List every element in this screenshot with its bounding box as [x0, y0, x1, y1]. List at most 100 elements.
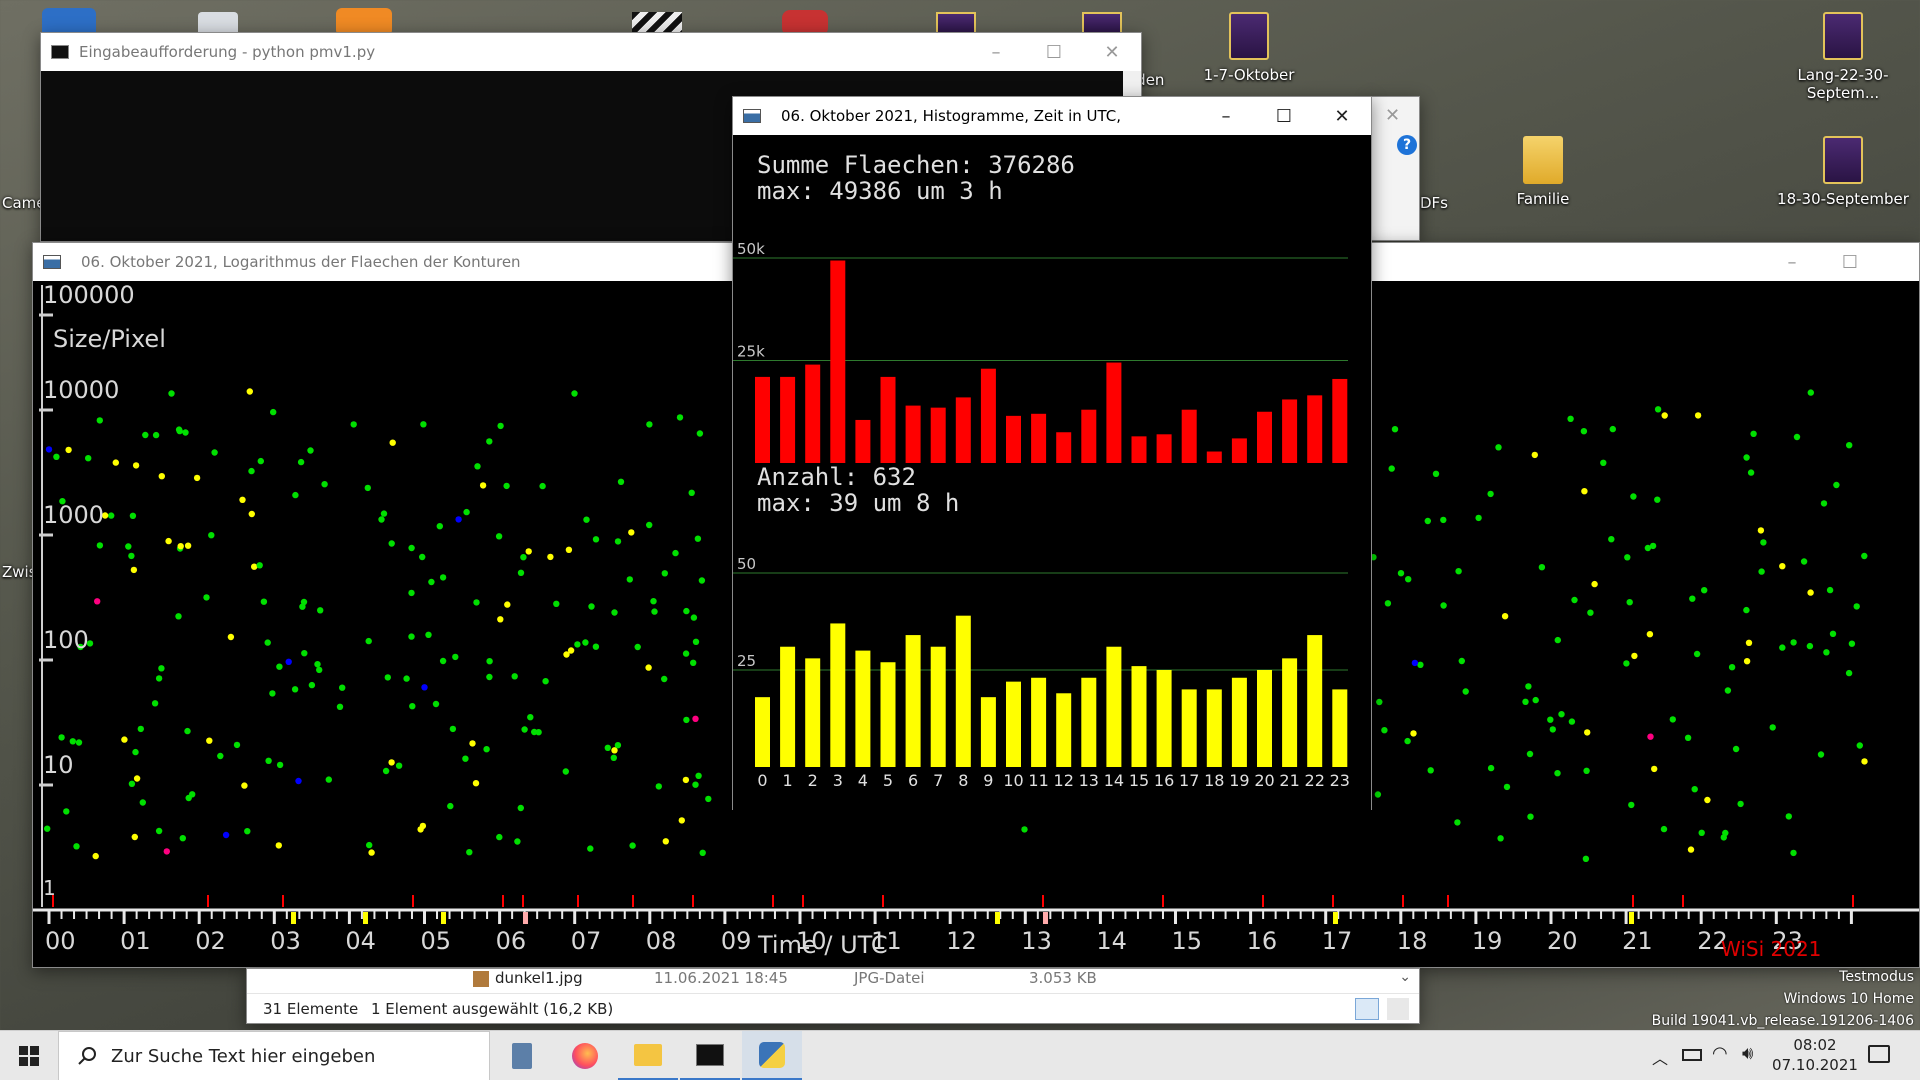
contour-point	[158, 473, 165, 480]
desktop-icon-1-7-oktober[interactable]: 1-7-Oktober	[1179, 12, 1319, 84]
explorer-window[interactable]: dunkel1.jpg 11.06.2021 18:45 JPG-Datei 3…	[246, 968, 1420, 1024]
contour-point	[682, 650, 690, 657]
speaker-icon[interactable]: 🔊︎	[1742, 1043, 1753, 1064]
watermark-line: Windows 10 Home	[1783, 991, 1914, 1007]
taskbar-python[interactable]	[742, 1031, 802, 1080]
contour-point	[339, 684, 346, 691]
clock[interactable]: 08:02 07.10.2021	[1770, 1035, 1860, 1075]
taskbar-firefox[interactable]	[555, 1031, 615, 1080]
contour-point	[222, 831, 230, 839]
count-bar	[755, 697, 770, 767]
cmd-titlebar[interactable]: Eingabeaufforderung - python pmv1.py – ☐…	[41, 33, 1141, 71]
background-dialog[interactable]: ✕ ?	[1370, 96, 1420, 241]
contour-point	[260, 598, 268, 605]
contour-point	[672, 549, 679, 557]
desktop-icon-familie[interactable]: Familie	[1473, 136, 1613, 208]
contour-point	[634, 643, 641, 651]
details-view-icon[interactable]	[1355, 998, 1379, 1020]
contour-point	[1487, 490, 1494, 498]
contour-point	[1743, 606, 1750, 614]
contour-point	[587, 845, 594, 852]
desktop-icon-lang-22-30-september[interactable]: Lang-22-30-Septem...	[1768, 12, 1918, 102]
contour-point	[155, 827, 163, 835]
hour-tick-label: 15	[1172, 927, 1203, 955]
close-icon[interactable]	[1879, 243, 1919, 281]
count-bar	[1031, 677, 1047, 767]
file-name[interactable]: dunkel1.jpg	[495, 969, 583, 987]
taskbar-calculator[interactable]	[492, 1031, 552, 1080]
close-icon[interactable]: ✕	[1313, 97, 1371, 135]
contour-point	[364, 484, 371, 492]
contour-point	[1694, 412, 1702, 419]
minimize-icon[interactable]: –	[1763, 243, 1821, 281]
contour-point	[1495, 444, 1502, 451]
contour-point	[1698, 829, 1705, 836]
desktop-icon-partial-came[interactable]: Came	[2, 194, 46, 212]
maximize-icon[interactable]: ☐	[1025, 33, 1083, 71]
contour-point	[276, 761, 284, 769]
contour-point	[184, 727, 191, 735]
contour-point	[439, 657, 447, 665]
contour-point	[495, 533, 503, 540]
histogram-titlebar[interactable]: 06. Oktober 2021, Histogramme, Zeit in U…	[733, 97, 1371, 135]
maximize-icon[interactable]: ☐	[1821, 243, 1879, 281]
contour-point	[694, 535, 702, 542]
contour-point	[574, 641, 581, 648]
desktop-icon-18-30-september[interactable]: 18-30-September	[1768, 136, 1918, 208]
count-bar	[930, 646, 946, 767]
area-bar	[1056, 432, 1072, 463]
large-icons-view-icon[interactable]	[1387, 998, 1409, 1020]
area-tick-label: 50k	[737, 240, 765, 258]
contour-point	[1475, 514, 1482, 522]
count-bar	[1332, 689, 1348, 767]
hour-tick-label: 2	[808, 771, 818, 790]
contour-point	[239, 496, 246, 503]
desktop-icon-partial-dfs[interactable]: DFs	[1420, 194, 1460, 212]
battery-icon[interactable]	[1682, 1049, 1702, 1061]
wifi-icon[interactable]: ◠	[1712, 1043, 1728, 1064]
maximize-icon[interactable]: ☐	[1255, 97, 1313, 135]
hour-tick-label: 14	[1096, 927, 1127, 955]
clapper-icon[interactable]	[632, 12, 682, 34]
contour-point	[1440, 602, 1447, 609]
contour-point	[85, 455, 92, 462]
contour-point	[233, 741, 241, 749]
contour-point	[179, 835, 186, 842]
help-icon[interactable]: ?	[1397, 135, 1417, 155]
hour-tick-label: 14	[1104, 771, 1124, 790]
taskbar-explorer[interactable]	[618, 1031, 678, 1080]
minimize-icon[interactable]: –	[967, 33, 1025, 71]
contour-point	[1630, 493, 1637, 500]
contour-point	[301, 650, 308, 657]
contour-point	[1582, 855, 1590, 862]
chevron-up-icon[interactable]: ︿	[1652, 1045, 1668, 1069]
contour-point	[1845, 669, 1853, 677]
close-icon[interactable]: ✕	[1385, 105, 1400, 126]
contour-point	[696, 430, 704, 437]
area-bar	[1006, 415, 1021, 463]
close-icon[interactable]: ✕	[1083, 33, 1141, 71]
notification-icon[interactable]	[1868, 1045, 1890, 1063]
contour-point	[1669, 716, 1677, 723]
count-bar	[1131, 666, 1147, 767]
minimize-icon[interactable]: –	[1197, 97, 1255, 135]
contour-point	[662, 838, 669, 845]
contour-point	[108, 512, 115, 519]
start-button[interactable]	[0, 1031, 58, 1080]
contour-point	[676, 414, 684, 421]
contour-point	[517, 569, 525, 576]
contour-point	[142, 431, 149, 439]
histogram-window[interactable]: 06. Oktober 2021, Histogramme, Zeit in U…	[732, 96, 1372, 810]
contour-point	[163, 848, 170, 855]
chevron-down-icon[interactable]: ⌄	[1399, 969, 1411, 985]
taskbar-cmd[interactable]	[680, 1031, 740, 1080]
taskbar-search[interactable]: Zur Suche Text hier eingeben	[58, 1031, 490, 1080]
contour-point	[1455, 568, 1462, 575]
area-bar	[1106, 362, 1122, 463]
event-highlight	[441, 912, 446, 924]
app-shortcut-icon[interactable]	[42, 8, 96, 34]
x-axis-label: Time / UTC	[758, 931, 888, 959]
contour-point	[291, 686, 299, 693]
event-highlight	[523, 912, 528, 924]
contour-point	[300, 598, 308, 606]
